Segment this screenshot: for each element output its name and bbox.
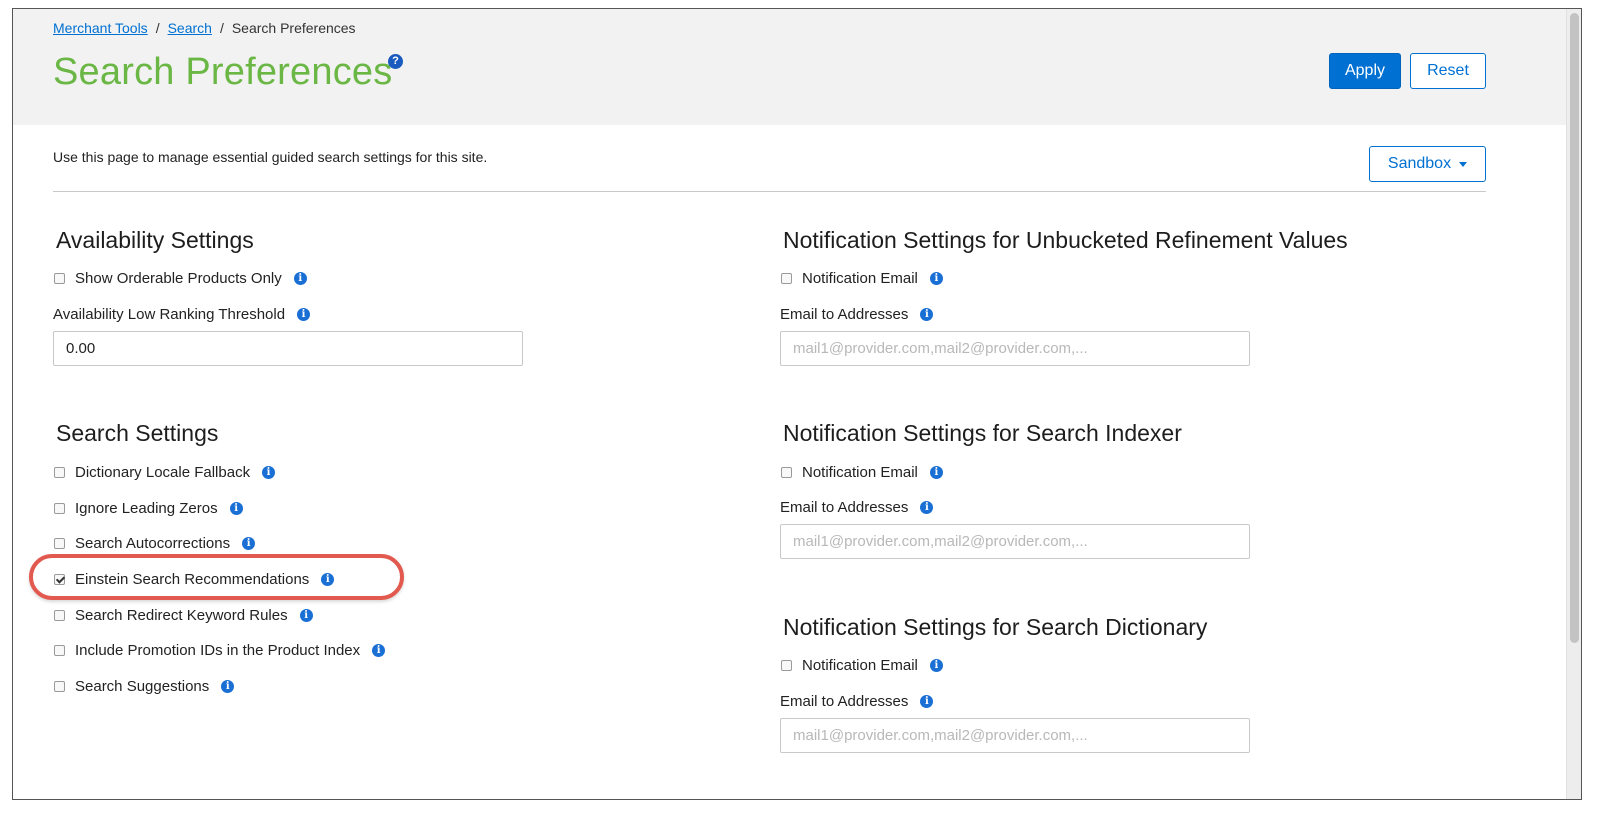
search-setting-label: Search Redirect Keyword Rules — [75, 607, 288, 624]
search-setting-row: Dictionary Locale Fallback i — [54, 464, 276, 481]
dictionary-email-addresses-input[interactable] — [780, 718, 1250, 753]
apply-button[interactable]: Apply — [1329, 53, 1401, 89]
info-icon[interactable]: i — [929, 466, 943, 479]
notification-email-label: Notification Email — [802, 657, 918, 674]
info-icon[interactable]: i — [321, 573, 335, 586]
info-icon[interactable]: i — [229, 502, 243, 515]
show-orderable-checkbox[interactable] — [54, 273, 65, 284]
search-setting-label: Ignore Leading Zeros — [75, 500, 218, 517]
caret-down-icon — [1459, 161, 1468, 167]
breadcrumb-current: Search Preferences — [231, 20, 356, 36]
breadcrumb: Merchant Tools / Search / Search Preferences — [53, 20, 356, 36]
info-icon[interactable]: i — [297, 308, 311, 321]
notification-indexer-title: Notification Settings for Search Indexer — [783, 420, 1182, 446]
email-addresses-label-row: Email to Addresses i — [780, 693, 934, 710]
show-orderable-label: Show Orderable Products Only — [75, 270, 282, 287]
info-icon[interactable]: i — [372, 644, 386, 657]
search-setting-label: Einstein Search Recommendations — [75, 571, 310, 588]
reset-button[interactable]: Reset — [1410, 53, 1486, 89]
dictionary-locale-fallback-checkbox[interactable] — [54, 467, 65, 478]
notification-email-label: Notification Email — [802, 464, 918, 481]
sandbox-dropdown[interactable]: Sandbox — [1369, 146, 1486, 182]
show-orderable-row: Show Orderable Products Only i — [54, 270, 307, 287]
info-icon[interactable]: i — [920, 501, 934, 514]
search-setting-row: Search Autocorrections i — [54, 535, 256, 552]
notification-unbucketed-title: Notification Settings for Unbucketed Ref… — [783, 227, 1348, 253]
info-icon[interactable]: i — [293, 272, 307, 285]
ignore-leading-zeros-checkbox[interactable] — [54, 503, 65, 514]
include-promotion-ids-checkbox[interactable] — [54, 645, 65, 656]
email-addresses-label-row: Email to Addresses i — [780, 306, 934, 323]
dictionary-notification-email-checkbox[interactable] — [781, 660, 792, 671]
app-frame: Merchant Tools / Search / Search Preferences… — [12, 8, 1582, 800]
info-icon[interactable]: i — [920, 695, 934, 708]
email-addresses-label: Email to Addresses — [780, 693, 909, 710]
search-setting-label: Search Autocorrections — [75, 535, 231, 552]
unbucketed-email-addresses-input[interactable] — [780, 331, 1250, 366]
search-setting-row: Search Redirect Keyword Rules i — [54, 607, 313, 624]
search-suggestions-checkbox[interactable] — [54, 681, 65, 692]
intro-text: Use this page to manage essential guided… — [53, 149, 488, 165]
threshold-label: Availability Low Ranking Threshold — [53, 306, 286, 323]
notification-email-label: Notification Email — [802, 270, 918, 287]
email-addresses-label: Email to Addresses — [780, 499, 909, 516]
notification-email-row: Notification Email i — [781, 657, 943, 674]
notification-email-row: Notification Email i — [781, 270, 943, 287]
info-icon[interactable]: i — [242, 537, 256, 550]
unbucketed-notification-email-checkbox[interactable] — [781, 273, 792, 284]
breadcrumb-separator: / — [219, 20, 224, 36]
search-setting-row: Search Suggestions i — [54, 678, 235, 695]
search-setting-label: Include Promotion IDs in the Product Ind… — [75, 642, 361, 659]
search-setting-label: Dictionary Locale Fallback — [75, 464, 251, 481]
breadcrumb-separator: / — [155, 20, 160, 36]
sandbox-dropdown-label: Sandbox — [1387, 155, 1452, 172]
scrollbar-thumb[interactable] — [1570, 13, 1579, 643]
page-header: Merchant Tools / Search / Search Preferences… — [13, 9, 1567, 125]
page-title: Search Preferences — [53, 51, 393, 93]
info-icon[interactable]: i — [920, 308, 934, 321]
help-icon[interactable]: ? — [388, 54, 403, 69]
search-redirect-keyword-rules-checkbox[interactable] — [54, 610, 65, 621]
search-autocorrections-checkbox[interactable] — [54, 538, 65, 549]
threshold-input[interactable] — [53, 331, 523, 366]
breadcrumb-link-merchant-tools[interactable]: Merchant Tools — [53, 20, 148, 36]
search-setting-row: Einstein Search Recommendations i — [54, 571, 335, 588]
notification-email-row: Notification Email i — [781, 464, 943, 481]
search-settings-title: Search Settings — [56, 420, 219, 446]
einstein-search-recommendations-checkbox[interactable] — [54, 574, 65, 585]
search-setting-row: Ignore Leading Zeros i — [54, 500, 243, 517]
info-icon[interactable]: i — [262, 466, 276, 479]
notification-dictionary-title: Notification Settings for Search Diction… — [783, 614, 1208, 640]
info-icon[interactable]: i — [929, 659, 943, 672]
indexer-email-addresses-input[interactable] — [780, 524, 1250, 559]
threshold-label-row: Availability Low Ranking Threshold i — [53, 306, 311, 323]
breadcrumb-link-search[interactable]: Search — [168, 20, 212, 36]
info-icon[interactable]: i — [299, 609, 313, 622]
email-addresses-label: Email to Addresses — [780, 306, 909, 323]
indexer-notification-email-checkbox[interactable] — [781, 467, 792, 478]
availability-settings-title: Availability Settings — [56, 227, 254, 253]
vertical-scrollbar[interactable] — [1566, 9, 1581, 799]
divider — [53, 191, 1486, 192]
email-addresses-label-row: Email to Addresses i — [780, 499, 934, 516]
info-icon[interactable]: i — [221, 680, 235, 693]
search-setting-row: Include Promotion IDs in the Product Ind… — [54, 642, 386, 659]
search-setting-label: Search Suggestions — [75, 678, 210, 695]
info-icon[interactable]: i — [929, 272, 943, 285]
